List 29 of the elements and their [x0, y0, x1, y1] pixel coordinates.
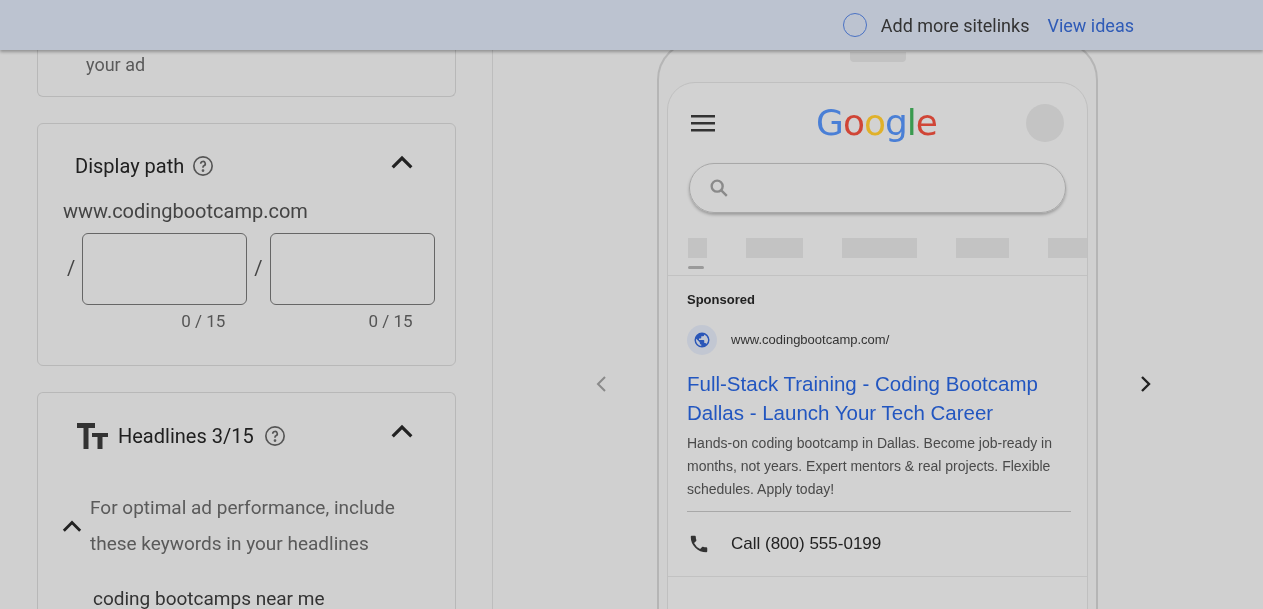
- keyword-text: coding bootcamps near me: [93, 586, 325, 609]
- ad-description: Hands-on coding bootcamp in Dallas. Become job-ready in months, not years. Expert mentors & real projects. Flexible schedules. Apply today!: [687, 433, 1053, 499]
- option-label: Add more sitelinks: [880, 13, 1030, 38]
- card-title: Headlines 3/15: [118, 423, 254, 450]
- char-counter: 0 / 15: [368, 310, 413, 334]
- help-icon[interactable]: [192, 155, 215, 178]
- path-separator: /: [254, 255, 263, 283]
- tab-indicator: [688, 266, 704, 269]
- keyword-tip: For optimal ad performance, include these keywords in your headlines: [90, 495, 396, 557]
- search-field[interactable]: [689, 163, 1066, 213]
- menu-icon[interactable]: [691, 114, 715, 132]
- logo: Google: [816, 105, 937, 141]
- card-text: your ad: [86, 54, 146, 75]
- phone-notch: [849, 52, 906, 62]
- domain-text: www.codingbootcamp.com: [62, 198, 309, 226]
- path-separator: /: [67, 255, 76, 283]
- sponsored-label: Sponsored: [687, 291, 756, 309]
- text-size-icon: [77, 423, 108, 449]
- path-field[interactable]: [82, 233, 248, 306]
- path-field[interactable]: [269, 233, 435, 306]
- call-text[interactable]: Call (800) 555-0199: [731, 530, 882, 557]
- char-counter: 0 / 15: [181, 310, 226, 334]
- ad-url: www.codingbootcamp.com/: [731, 330, 890, 349]
- globe-icon: [687, 324, 717, 355]
- ad-headline[interactable]: Full-Stack Training - Coding Bootcamp Dallas - Launch Your Tech Career: [687, 368, 1077, 427]
- view-ideas-link[interactable]: View ideas: [1047, 11, 1134, 39]
- card-title: Display path: [75, 153, 185, 181]
- search-icon: [708, 177, 730, 199]
- help-icon[interactable]: [263, 425, 286, 447]
